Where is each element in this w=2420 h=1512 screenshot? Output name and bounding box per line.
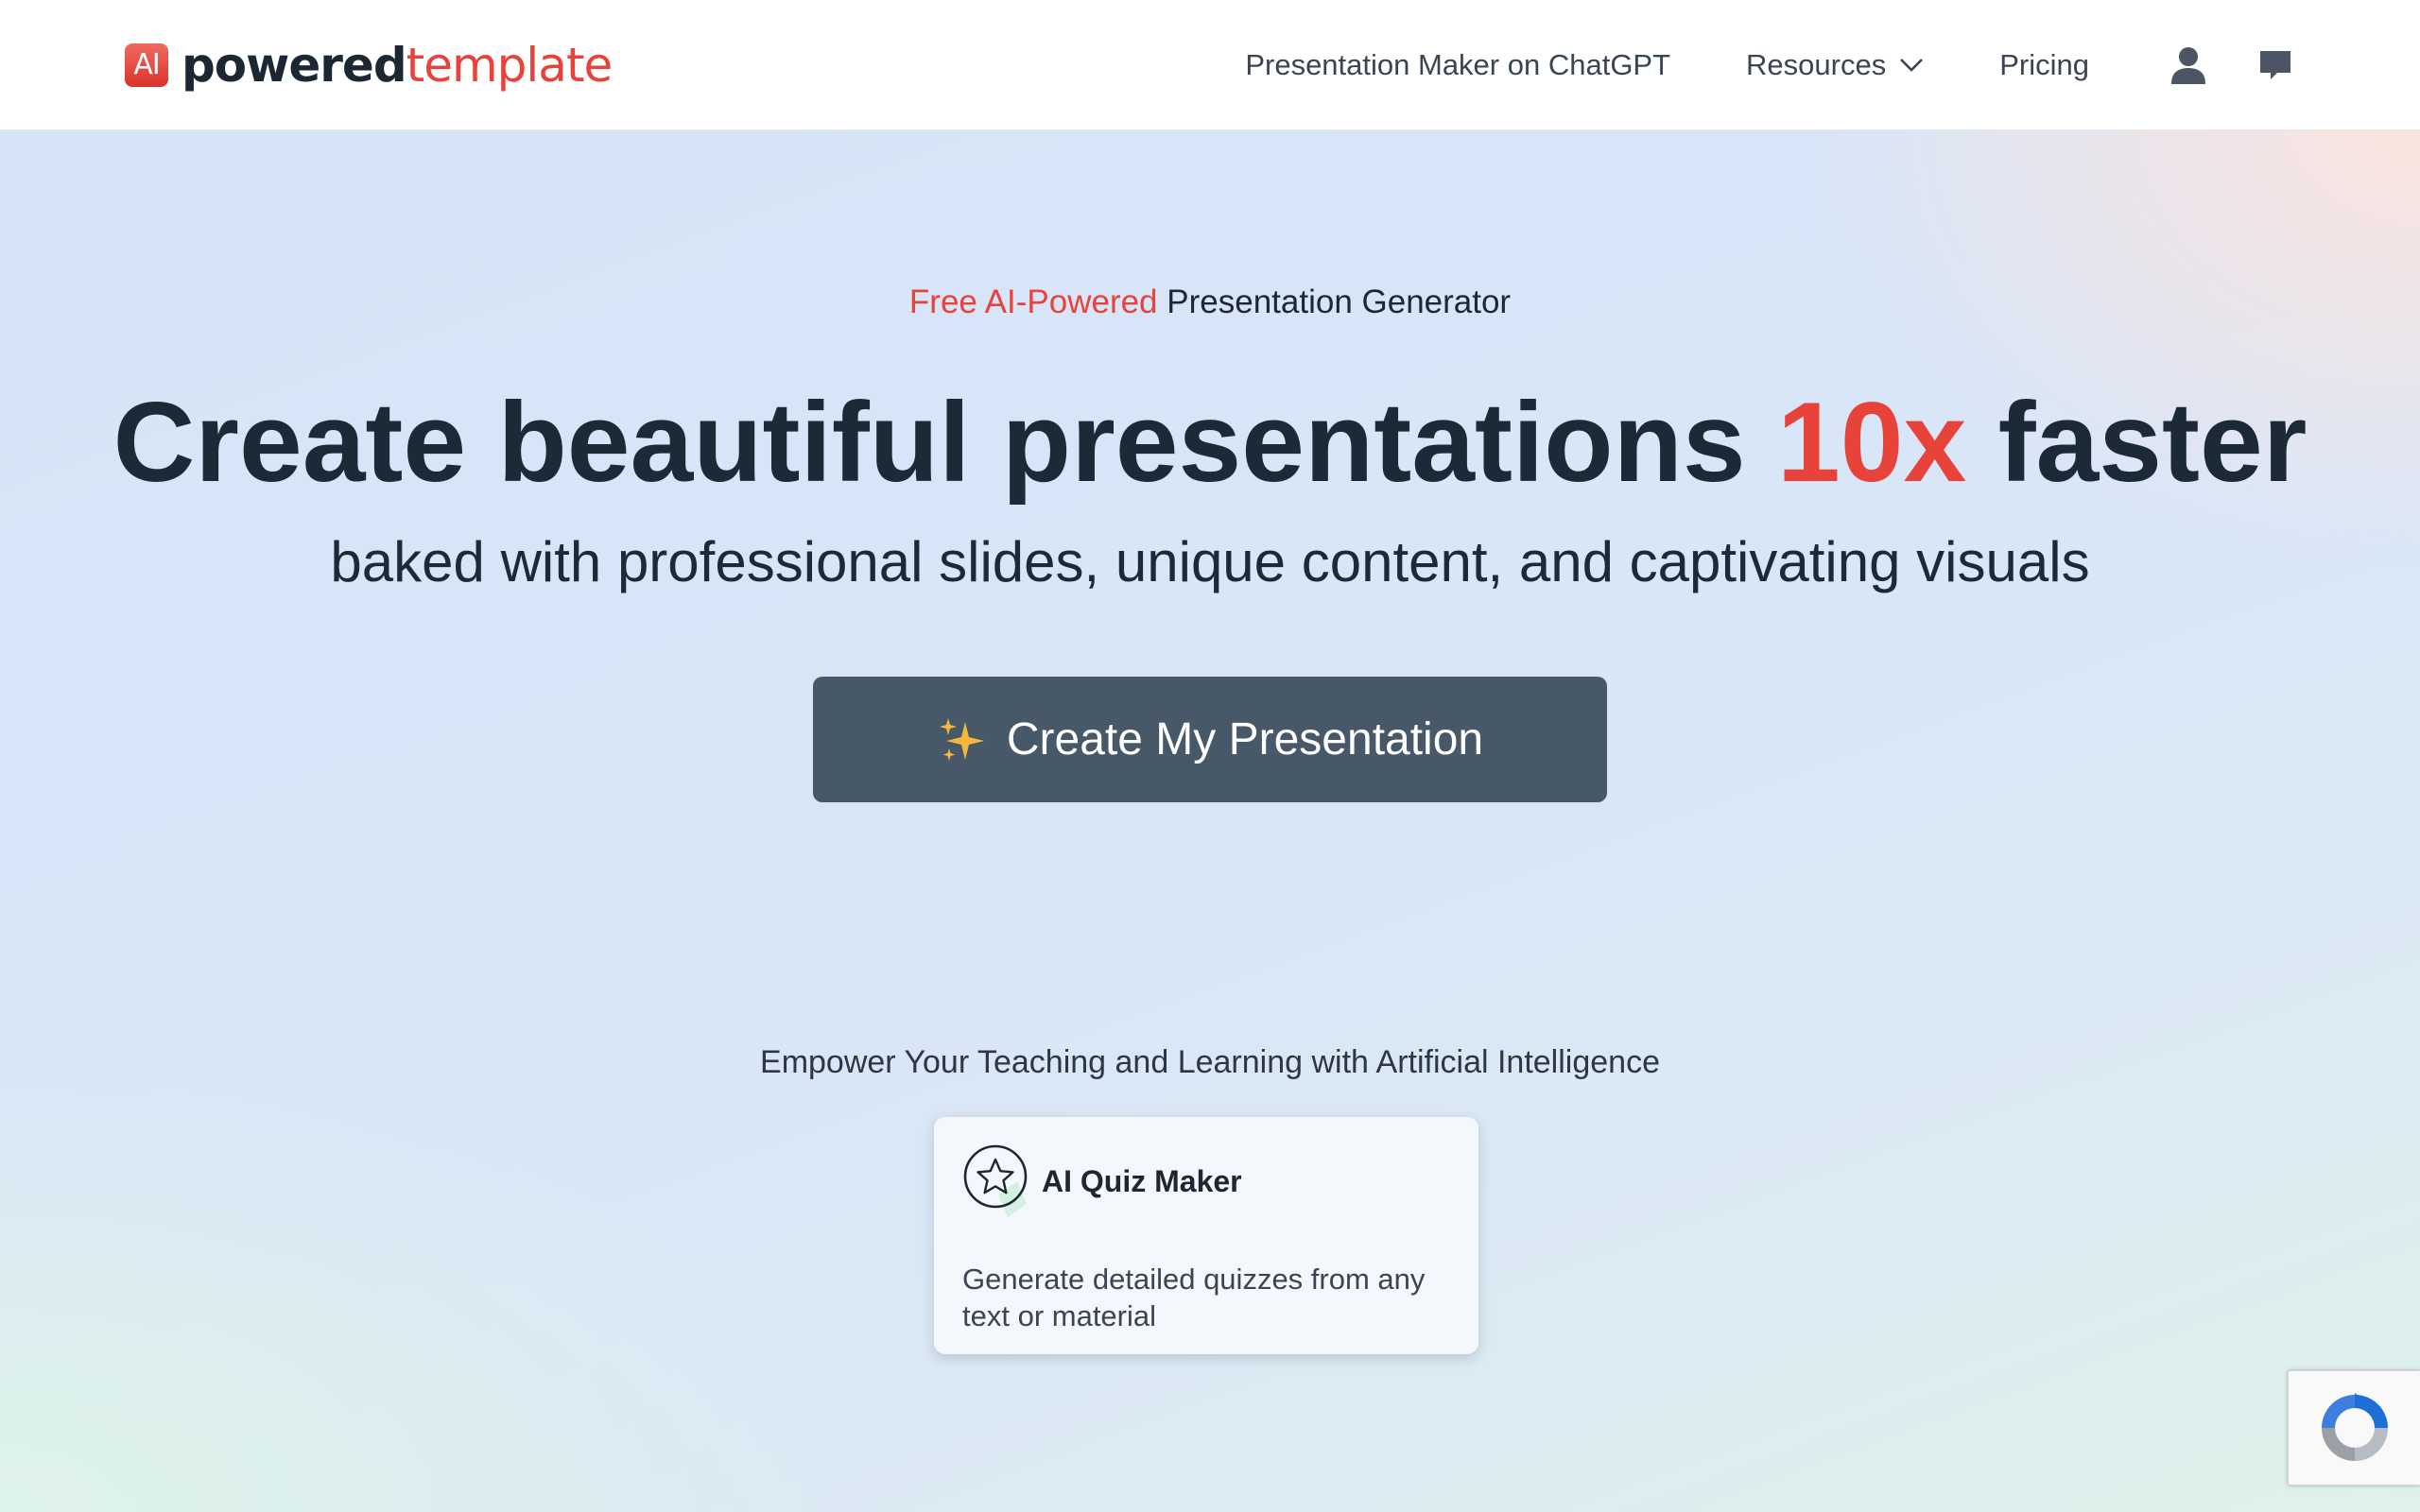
logo-text-light: template: [406, 37, 614, 93]
star-icon: [962, 1143, 1030, 1219]
headline-highlight: 10x: [1777, 379, 1967, 506]
create-presentation-button[interactable]: Create My Presentation: [813, 677, 1607, 802]
nav-resources-dropdown[interactable]: Resources: [1746, 48, 1924, 82]
recaptcha-icon: [2321, 1393, 2388, 1461]
headline-before: Create beautiful presentations: [112, 379, 1746, 506]
logo-badge: AI: [125, 43, 168, 87]
main-nav: Presentation Maker on ChatGPT Resources …: [1245, 43, 2297, 87]
recaptcha-badge[interactable]: [2288, 1370, 2420, 1486]
hero-headline: Create beautiful presentations 10x faste…: [0, 380, 2420, 505]
nav-resources-label: Resources: [1746, 47, 1887, 81]
card-description: Generate detailed quizzes from any text …: [962, 1263, 1426, 1332]
logo[interactable]: AI poweredtemplate: [125, 42, 613, 89]
chevron-down-icon: [1900, 58, 1924, 72]
headline-after: faster: [1997, 379, 2308, 506]
section-title: Empower Your Teaching and Learning with …: [760, 1044, 1660, 1080]
logo-text: poweredtemplate: [182, 42, 613, 89]
site-header: AI poweredtemplate Presentation Maker on…: [0, 0, 2420, 130]
card-title: AI Quiz Maker: [1042, 1163, 1242, 1198]
background-glow-bottom-left: [0, 1040, 851, 1512]
user-icon[interactable]: [2167, 43, 2210, 87]
eyebrow-rest: Presentation Generator: [1167, 284, 1512, 320]
sparkles-icon: [939, 717, 984, 761]
hero-subline: baked with professional slides, unique c…: [330, 530, 2090, 593]
eyebrow-highlight: Free AI-Powered: [908, 284, 1158, 320]
create-presentation-label: Create My Presentation: [1006, 714, 1484, 765]
nav-chatgpt-link[interactable]: Presentation Maker on ChatGPT: [1245, 48, 1670, 82]
hero-eyebrow: Free AI-Powered Presentation Generator: [0, 284, 2420, 321]
feature-card-ai-quiz-maker[interactable]: AI Quiz Maker Generate detailed quizzes …: [934, 1117, 1478, 1354]
nav-pricing-link[interactable]: Pricing: [1999, 48, 2089, 82]
logo-text-bold: powered: [182, 37, 407, 93]
chat-icon[interactable]: [2254, 43, 2297, 87]
card-header: AI Quiz Maker: [962, 1143, 1450, 1219]
